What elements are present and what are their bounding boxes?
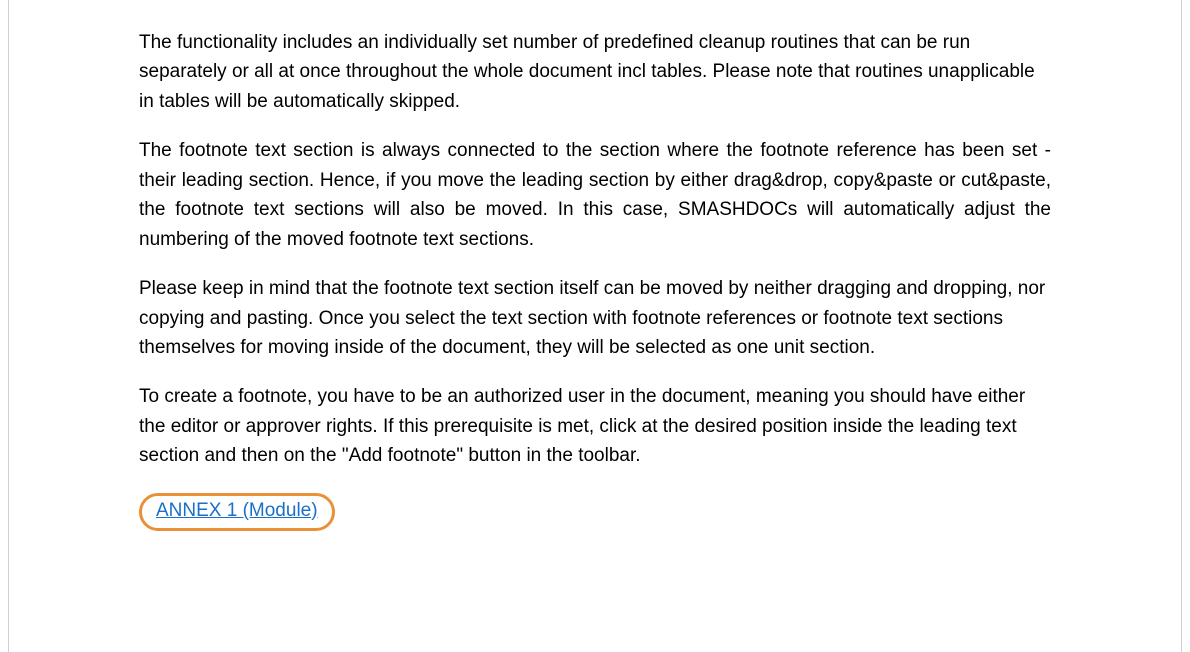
body-paragraph: To create a footnote, you have to be an … — [139, 382, 1051, 470]
body-paragraph: Please keep in mind that the footnote te… — [139, 274, 1051, 362]
document-content: The functionality includes an individual… — [139, 0, 1051, 531]
annex-link-highlight: ANNEX 1 (Module) — [139, 493, 335, 531]
annex-link[interactable]: ANNEX 1 (Module) — [156, 500, 318, 521]
body-paragraph: The footnote text section is always conn… — [139, 136, 1051, 254]
highlight-border: ANNEX 1 (Module) — [139, 493, 335, 531]
body-paragraph: The functionality includes an individual… — [139, 28, 1051, 116]
document-page: The functionality includes an individual… — [8, 0, 1182, 652]
